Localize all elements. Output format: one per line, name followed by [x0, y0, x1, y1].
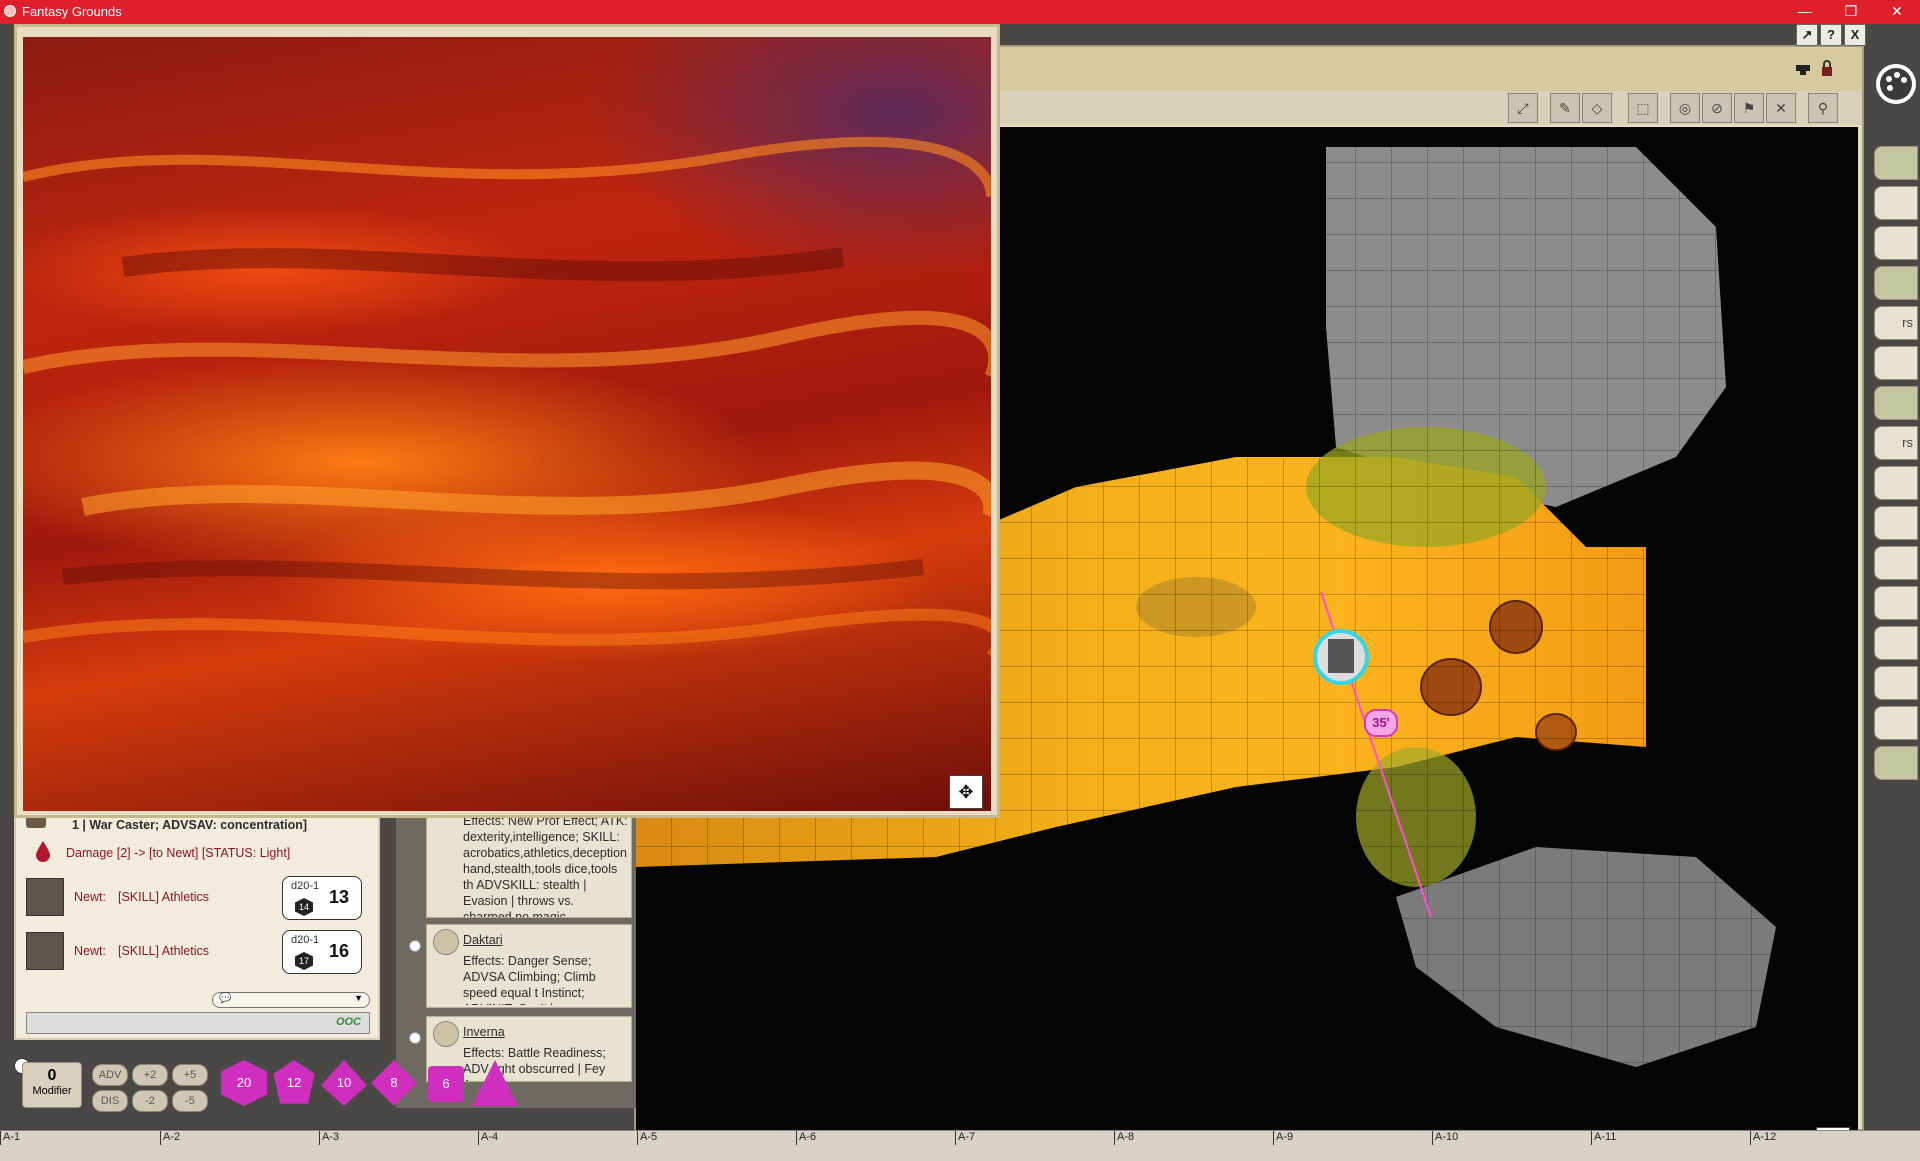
ruler-tick: A-12 [1750, 1131, 1776, 1145]
chat-window: 1 | War Caster; ADVSAV: concentration] D… [14, 808, 380, 1040]
sky-image[interactable] [23, 37, 991, 811]
active-radio[interactable] [409, 1032, 421, 1044]
zoom-to-fit-icon[interactable]: ⤢ [1508, 93, 1538, 123]
sidebar-button[interactable] [1874, 186, 1918, 220]
active-radio[interactable] [409, 940, 421, 952]
adv-button[interactable]: ADV [92, 1064, 128, 1086]
app-icon [4, 5, 16, 17]
title-bar: Fantasy Grounds — ❐ ✕ [0, 0, 1920, 24]
roll-dice-type: d20-1 [291, 934, 320, 946]
roll-result: d20-1 17 16 [282, 930, 362, 974]
ruler-tick: A-7 [955, 1131, 975, 1145]
combatant-entry[interactable]: Daktari Effects: Danger Sense; ADVSA Cli… [426, 924, 632, 1008]
minus-2-button[interactable]: -2 [132, 1090, 168, 1112]
palette-icon[interactable] [1876, 64, 1916, 104]
sidebar-button[interactable] [1874, 666, 1918, 700]
restore-button[interactable]: ❐ [1828, 0, 1874, 24]
chat-input[interactable]: OOC [26, 1012, 370, 1034]
image-recenter-button[interactable]: ✥ [949, 775, 983, 809]
d20-die-icon: 14 [295, 898, 313, 916]
help-icon[interactable]: ? [1820, 24, 1842, 46]
player-token[interactable] [1313, 629, 1369, 685]
ruler-tick: A-4 [478, 1131, 498, 1145]
ruler-tick: A-11 [1591, 1131, 1616, 1145]
avatar [26, 932, 64, 970]
ruler-tick: A-5 [637, 1131, 657, 1145]
sidebar-button[interactable] [1874, 586, 1918, 620]
sidebar-button[interactable]: rs [1874, 306, 1918, 340]
sidebar-button[interactable] [1874, 266, 1918, 300]
modifier-box[interactable]: 0 Modifier [22, 1062, 82, 1108]
plus-5-button[interactable]: +5 [172, 1064, 208, 1086]
ooc-toggle[interactable]: OOC [336, 1016, 361, 1028]
pin-icon[interactable]: ⚲ [1808, 93, 1838, 123]
flag-icon[interactable]: ⚑ [1734, 93, 1764, 123]
chat-line: 1 | War Caster; ADVSAV: concentration] [72, 818, 308, 832]
select-icon[interactable]: ⬚ [1628, 93, 1658, 123]
modifier-value: 0 [47, 1067, 57, 1084]
sidebar-button[interactable] [1874, 346, 1918, 380]
sidebar-button[interactable] [1874, 226, 1918, 260]
sidebar-button[interactable] [1874, 506, 1918, 540]
ruler-tick: A-10 [1432, 1131, 1458, 1145]
sidebar-button[interactable] [1874, 466, 1918, 500]
target-icon[interactable]: ◎ [1670, 93, 1700, 123]
ruler-tick: A-6 [796, 1131, 816, 1145]
plus-2-button[interactable]: +2 [132, 1064, 168, 1086]
swords-icon[interactable]: ✕ [1766, 93, 1796, 123]
avatar [26, 878, 64, 916]
close-icon[interactable]: X [1844, 24, 1866, 46]
avatar [433, 1021, 459, 1047]
sidebar-button[interactable]: rs [1874, 426, 1918, 460]
combat-tracker: Effects: New Prof Effect; ATK: dexterity… [396, 808, 636, 1108]
no-target-icon[interactable]: ⊘ [1702, 93, 1732, 123]
sidebar-button[interactable] [1874, 146, 1918, 180]
roll-actor: Newt: [74, 944, 106, 958]
modifier-label: Modifier [32, 1085, 72, 1097]
d6-die-icon[interactable]: 6 [428, 1066, 464, 1102]
minus-5-button[interactable]: -5 [172, 1090, 208, 1112]
move-icon[interactable]: ↗ [1796, 24, 1818, 46]
speech-icon: 💬 [219, 993, 232, 1004]
ruler-tick: A-9 [1273, 1131, 1293, 1145]
mask-icon[interactable] [1794, 61, 1812, 77]
roll-dice-type: d20-1 [291, 880, 320, 892]
blood-drop-icon [34, 840, 52, 862]
ruler-tick: A-3 [319, 1131, 339, 1145]
combatant-name[interactable]: Inverna [463, 1025, 505, 1039]
paint-icon[interactable]: ✎ [1550, 93, 1580, 123]
sidebar-button[interactable] [1874, 546, 1918, 580]
dis-button[interactable]: DIS [92, 1090, 128, 1112]
eraser-icon[interactable]: ◇ [1582, 93, 1612, 123]
chevron-down-icon: ▼ [354, 993, 363, 1003]
combatant-name[interactable]: Daktari [463, 933, 503, 947]
close-button[interactable]: ✕ [1874, 0, 1920, 24]
ruler-tick: A-1 [0, 1131, 20, 1145]
sidebar-button[interactable] [1874, 706, 1918, 740]
minimize-button[interactable]: — [1782, 0, 1828, 24]
ruler-tick: A-2 [160, 1131, 180, 1145]
avatar [433, 929, 459, 955]
effects-text: Effects: Danger Sense; ADVSA Climbing; C… [463, 954, 596, 1005]
distance-label: 35' [1364, 709, 1398, 737]
app-title: Fantasy Grounds [22, 4, 122, 19]
image-window: ✥ [14, 24, 1000, 818]
sidebar-button[interactable] [1874, 386, 1918, 420]
effects-text: Effects: New Prof Effect; ATK: dexterity… [463, 814, 628, 917]
roll-desc: [SKILL] Athletics [118, 890, 210, 904]
roll-result: d20-1 14 13 [282, 876, 362, 920]
damage-line: Damage [2] -> [to Newt] [STATUS: Light] [66, 846, 291, 860]
sidebar-button[interactable] [1874, 746, 1918, 780]
roll-actor: Newt: [74, 890, 106, 904]
hotkey-bar: A-1 A-2 A-3 A-4 A-5 A-6 A-7 A-8 A-9 A-10… [0, 1130, 1920, 1161]
roll-total: 13 [329, 887, 350, 907]
sidebar-button[interactable] [1874, 626, 1918, 660]
combatant-entry[interactable]: Effects: New Prof Effect; ATK: dexterity… [426, 808, 632, 918]
chat-mode-select[interactable]: 💬 ▼ [212, 992, 370, 1008]
d20-die-icon: 17 [295, 952, 313, 970]
ruler-tick: A-8 [1114, 1131, 1134, 1145]
lock-icon[interactable] [1820, 59, 1834, 77]
roll-total: 16 [329, 941, 350, 961]
roll-desc: [SKILL] Athletics [118, 944, 210, 958]
